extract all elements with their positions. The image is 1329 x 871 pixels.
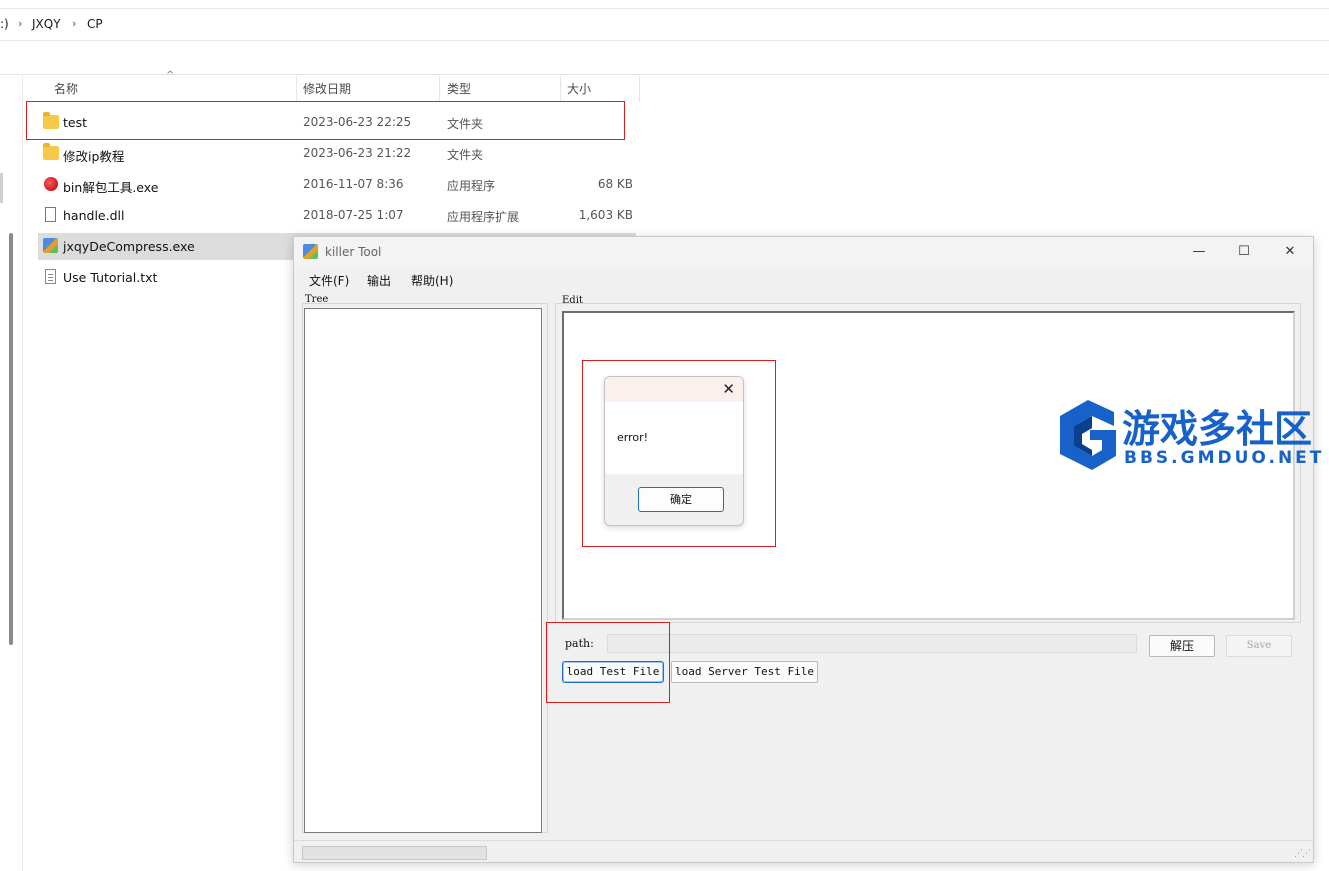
toolbar-divider [0,74,1329,75]
sort-up-icon: ^ [166,70,175,81]
breadcrumb-cp[interactable]: CP [87,17,103,31]
file-type: 应用程序 [447,179,496,193]
column-header-date[interactable]: 修改日期 [303,78,351,102]
file-row-ip-tutorial[interactable]: 修改ip教程 2023-06-23 21:22 文件夹 [38,140,636,167]
column-header-type[interactable]: 类型 [447,78,471,102]
resize-grip-icon[interactable]: ⋰⋰ [1294,849,1311,859]
path-input[interactable] [607,634,1137,653]
column-divider[interactable] [639,76,640,102]
file-type: 应用程序扩展 [447,210,520,224]
watermark-logo-icon [1060,400,1116,470]
save-button[interactable]: Save [1226,635,1292,657]
file-name: handle.dll [63,208,125,223]
minimize-button[interactable]: — [1177,240,1221,264]
text-file-icon [45,269,56,284]
highlight-box-load-button [546,622,670,703]
file-row-handle-dll[interactable]: handle.dll 2018-07-25 1:07 应用程序扩展 1,603 … [38,202,636,229]
breadcrumb-drive[interactable]: :) [0,17,9,31]
file-date: 2016-11-07 8:36 [303,177,404,191]
app-icon [43,238,58,253]
file-date: 2023-06-23 21:22 [303,146,412,160]
menu-file[interactable]: 文件(F) [309,272,349,289]
window-title: killer Tool [325,245,382,259]
app-icon [303,244,318,259]
highlight-box-test-folder [26,101,625,140]
file-row-bin-unpack-exe[interactable]: bin解包工具.exe 2016-11-07 8:36 应用程序 68 KB [38,171,636,198]
file-size: 68 KB [597,177,633,191]
column-divider[interactable] [439,76,440,102]
file-name: jxqyDeCompress.exe [63,239,195,254]
breadcrumb-jxqy[interactable]: JXQY [32,17,61,31]
breadcrumb: :) › JXQY › CP [0,8,1329,41]
menu-output[interactable]: 输出 [367,272,391,289]
horizontal-scrollbar[interactable] [302,846,487,860]
nav-scroll-marker [0,173,3,203]
edit-label: Edit [562,295,583,306]
watermark-url-text: BBS.GMDUO.NET [1124,448,1325,468]
chevron-right-icon: › [18,17,23,30]
tree-label: Tree [305,294,329,305]
menu-bar: 文件(F) 输出 帮助(H) [294,268,1313,292]
file-name: Use Tutorial.txt [63,270,158,285]
dll-icon [45,207,56,222]
killer-tool-window: killer Tool — ☐ ✕ 文件(F) 输出 帮助(H) Tree Ed… [293,236,1314,863]
column-divider[interactable] [560,76,561,102]
folder-icon [43,143,59,160]
column-divider[interactable] [296,76,297,102]
file-name: 修改ip教程 [63,149,125,164]
close-button[interactable]: ✕ [1268,240,1312,264]
watermark-chinese-text: 游戏多社区 [1122,407,1313,451]
nav-scrollbar[interactable] [9,233,13,645]
file-name: bin解包工具.exe [63,180,159,195]
exe-icon [44,177,58,191]
column-header-size[interactable]: 大小 [567,78,591,102]
menu-help[interactable]: 帮助(H) [411,272,453,289]
chevron-right-icon: › [72,17,77,30]
title-bar[interactable]: killer Tool — ☐ ✕ [294,237,1313,267]
file-date: 2018-07-25 1:07 [303,208,404,222]
highlight-box-error-dialog [582,360,776,547]
tree-view[interactable] [304,308,542,833]
navigation-pane [0,75,23,871]
load-server-test-file-button[interactable]: load Server Test File [671,661,818,683]
file-size: 1,603 KB [578,208,633,222]
maximize-button[interactable]: ☐ [1222,240,1266,264]
decompress-button[interactable]: 解压 [1149,635,1215,657]
column-header-name[interactable]: 名称 [54,78,78,102]
status-bar: ⋰⋰ [294,840,1313,862]
watermark: 游戏多社区 BBS.GMDUO.NET [1052,398,1327,473]
file-type: 文件夹 [447,148,484,162]
